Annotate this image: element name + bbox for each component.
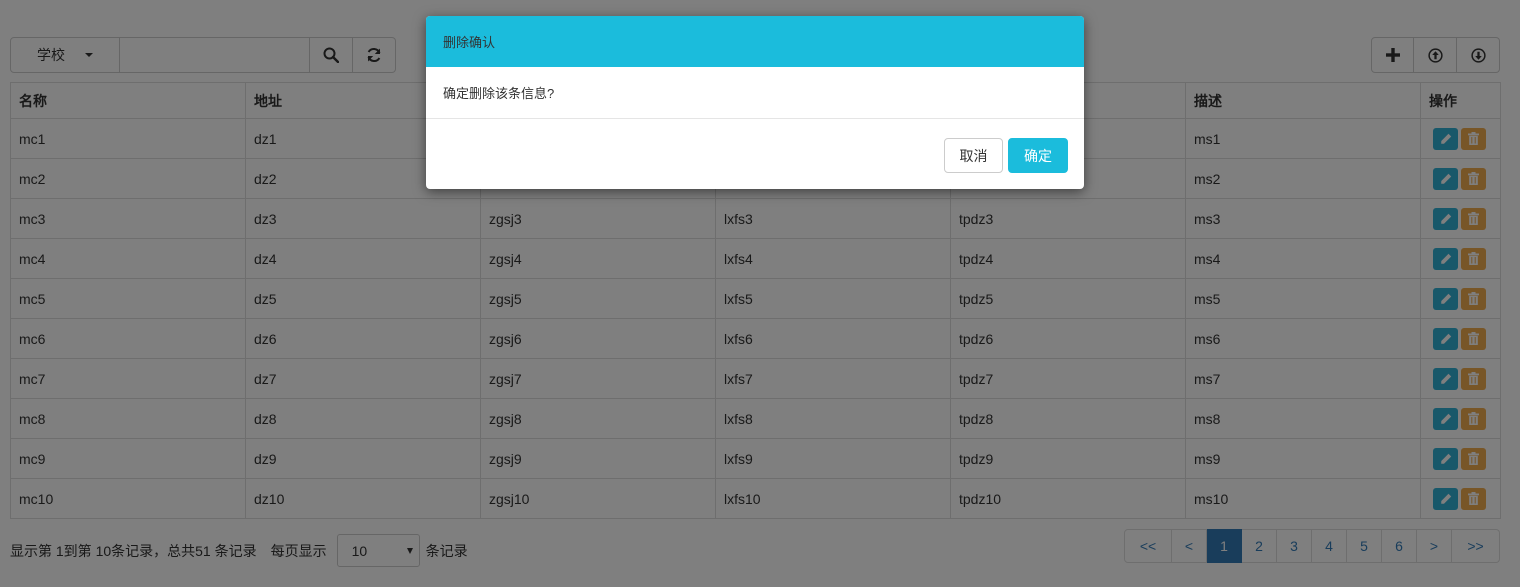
dialog-message: 确定删除该条信息? (443, 86, 555, 101)
cancel-button[interactable]: 取消 (944, 138, 1003, 173)
confirm-button[interactable]: 确定 (1008, 138, 1068, 173)
dialog-header: 删除确认 (426, 16, 1084, 67)
dialog-footer: 取消 确定 (944, 138, 1068, 173)
delete-confirm-dialog: 删除确认 确定删除该条信息? 取消 确定 (426, 16, 1084, 189)
dialog-body: 确定删除该条信息? (426, 67, 1084, 119)
dialog-title: 删除确认 (443, 35, 496, 50)
